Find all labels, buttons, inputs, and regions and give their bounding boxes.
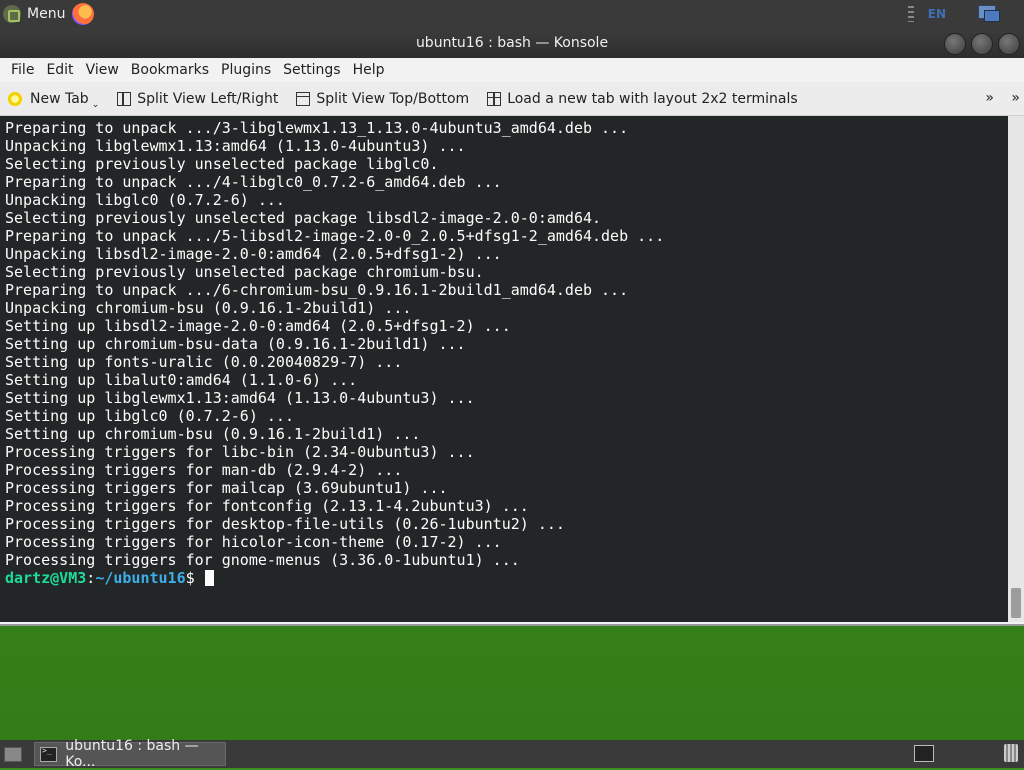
taskbar-konsole-button[interactable]: ubuntu16 : bash — Ko... (34, 738, 226, 770)
split-top-bottom-icon (296, 91, 311, 106)
minimize-button[interactable] (944, 33, 966, 55)
new-tab-button[interactable]: New Tab ⌄ (6, 89, 100, 110)
panel-handle-icon (907, 6, 914, 22)
terminal-line: Setting up chromium-bsu (0.9.16.1-2build… (5, 425, 421, 443)
layout-2x2-button[interactable]: Load a new tab with layout 2x2 terminals (487, 90, 798, 107)
firefox-icon[interactable] (72, 3, 94, 25)
terminal-line: Processing triggers for fontconfig (2.13… (5, 497, 529, 515)
terminal-line: Setting up fonts-uralic (0.0.20040829-7)… (5, 353, 403, 371)
scrollbar-thumb[interactable] (1011, 588, 1021, 618)
terminal-line: Selecting previously unselected package … (5, 209, 602, 227)
menu-bookmarks[interactable]: Bookmarks (125, 62, 215, 78)
terminal-line: Preparing to unpack .../6-chromium-bsu_0… (5, 281, 629, 299)
text-cursor (204, 570, 214, 586)
menu-help[interactable]: Help (347, 62, 391, 78)
prompt-symbol: $ (185, 569, 204, 587)
bottom-panel: ubuntu16 : bash — Ko... (0, 738, 1024, 770)
split-top-bottom-label: Split View Top/Bottom (316, 90, 470, 107)
layout-grid-icon (487, 91, 502, 106)
new-tab-label: New Tab (30, 90, 89, 107)
terminal-line: Preparing to unpack .../3-libglewmx1.13_… (5, 119, 629, 137)
toolbar: New Tab ⌄ Split View Left/Right Split Vi… (0, 82, 1024, 116)
close-button[interactable] (998, 33, 1020, 55)
trash-icon[interactable] (1004, 744, 1018, 762)
terminal-line: Setting up libsdl2-image-2.0-0:amd64 (2.… (5, 317, 511, 335)
split-left-right-label: Split View Left/Right (137, 90, 279, 107)
show-desktop-icon[interactable] (4, 747, 22, 762)
menubar-overflow-button[interactable]: » (1011, 90, 1020, 106)
terminal-line: Unpacking chromium-bsu (0.9.16.1-2build1… (5, 299, 412, 317)
terminal-line: Setting up libglewmx1.13:amd64 (1.13.0-4… (5, 389, 475, 407)
terminal-output[interactable]: Preparing to unpack .../3-libglewmx1.13_… (0, 116, 1008, 622)
menu-label: Menu (27, 6, 66, 22)
terminal-line: Processing triggers for libc-bin (2.34-0… (5, 443, 475, 461)
split-left-right-icon (117, 91, 132, 106)
terminal-line: Unpacking libsdl2-image-2.0-0:amd64 (2.0… (5, 245, 502, 263)
workspace-switcher-icon[interactable] (914, 745, 934, 762)
new-tab-icon (6, 89, 24, 108)
terminal-line: Setting up libglc0 (0.7.2-6) ... (5, 407, 294, 425)
menu-view[interactable]: View (80, 62, 125, 78)
terminal-line: Preparing to unpack .../5-libsdl2-image-… (5, 227, 665, 245)
network-icon[interactable] (976, 4, 1000, 24)
konsole-window: ubuntu16 : bash — Konsole File Edit View… (0, 28, 1024, 626)
terminal-icon (40, 746, 58, 762)
terminal-line: Selecting previously unselected package … (5, 155, 439, 173)
window-controls (944, 33, 1020, 55)
menu-button[interactable]: Menu (0, 0, 65, 28)
terminal-line: Processing triggers for man-db (2.9.4-2)… (5, 461, 403, 479)
prompt-path: ~/ubuntu16 (95, 569, 186, 587)
terminal-prompt: dartz@VM3:~/ubuntu16$ (5, 569, 1008, 587)
menubar: File Edit View Bookmarks Plugins Setting… (0, 58, 1024, 82)
menu-plugins[interactable]: Plugins (215, 62, 277, 78)
maximize-button[interactable] (971, 33, 993, 55)
prompt-user: dartz@VM3 (5, 569, 87, 587)
terminal-line: Unpacking libglc0 (0.7.2-6) ... (5, 191, 285, 209)
toolbar-overflow-button[interactable]: » (985, 90, 994, 106)
split-left-right-button[interactable]: Split View Left/Right (117, 91, 278, 107)
menu-icon (3, 5, 21, 23)
keyboard-layout-indicator[interactable]: EN (928, 7, 946, 21)
terminal-line: Processing triggers for desktop-file-uti… (5, 515, 565, 533)
menu-edit[interactable]: Edit (40, 62, 79, 78)
top-panel: Menu EN (0, 0, 1024, 28)
taskbar-konsole-label: ubuntu16 : bash — Ko... (65, 738, 199, 770)
terminal-line: Selecting previously unselected package … (5, 263, 484, 281)
window-titlebar[interactable]: ubuntu16 : bash — Konsole (0, 28, 1024, 58)
split-top-bottom-button[interactable]: Split View Top/Bottom (296, 91, 469, 107)
system-tray: EN (907, 0, 1024, 28)
dropdown-arrow-icon[interactable]: ⌄ (92, 100, 100, 110)
menu-settings[interactable]: Settings (277, 62, 346, 78)
menu-file[interactable]: File (5, 62, 40, 78)
terminal-line: Processing triggers for mailcap (3.69ubu… (5, 479, 448, 497)
terminal-line: Preparing to unpack .../4-libglc0_0.7.2-… (5, 173, 502, 191)
terminal-line: Processing triggers for hicolor-icon-the… (5, 533, 502, 551)
terminal-line: Setting up libalut0:amd64 (1.1.0-6) ... (5, 371, 358, 389)
layout-2x2-label: Load a new tab with layout 2x2 terminals (507, 90, 798, 107)
terminal-line: Setting up chromium-bsu-data (0.9.16.1-2… (5, 335, 466, 353)
window-title: ubuntu16 : bash — Konsole (415, 35, 609, 51)
prompt-separator: : (86, 569, 96, 587)
terminal-scrollbar[interactable] (1008, 116, 1024, 622)
terminal-line: Processing triggers for gnome-menus (3.3… (5, 551, 520, 569)
terminal-line: Unpacking libglewmx1.13:amd64 (1.13.0-4u… (5, 137, 466, 155)
